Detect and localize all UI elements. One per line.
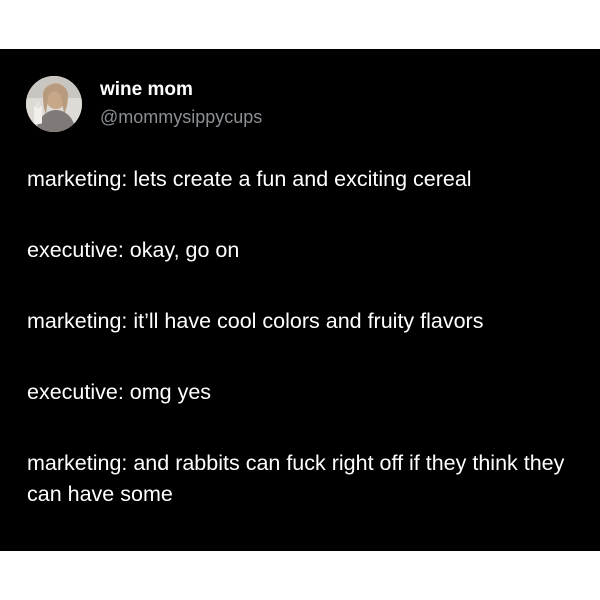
tweet-line: marketing: lets create a fun and excitin… (27, 167, 472, 191)
avatar[interactable] (26, 76, 82, 132)
tweet-text: marketing: lets create a fun and excitin… (27, 164, 567, 510)
profile-photo-icon (26, 76, 82, 132)
screenshot-canvas: wine mom @mommysippycups marketing: lets… (0, 0, 600, 600)
tweet-card: wine mom @mommysippycups marketing: lets… (0, 49, 600, 551)
tweet-line: executive: okay, go on (27, 238, 240, 262)
user-handle[interactable]: @mommysippycups (100, 107, 262, 128)
tweet-line: marketing: and rabbits can fuck right of… (27, 451, 565, 506)
tweet-line: marketing: it’ll have cool colors and fr… (27, 309, 484, 333)
display-name[interactable]: wine mom (100, 79, 193, 101)
tweet-line: executive: omg yes (27, 380, 212, 404)
